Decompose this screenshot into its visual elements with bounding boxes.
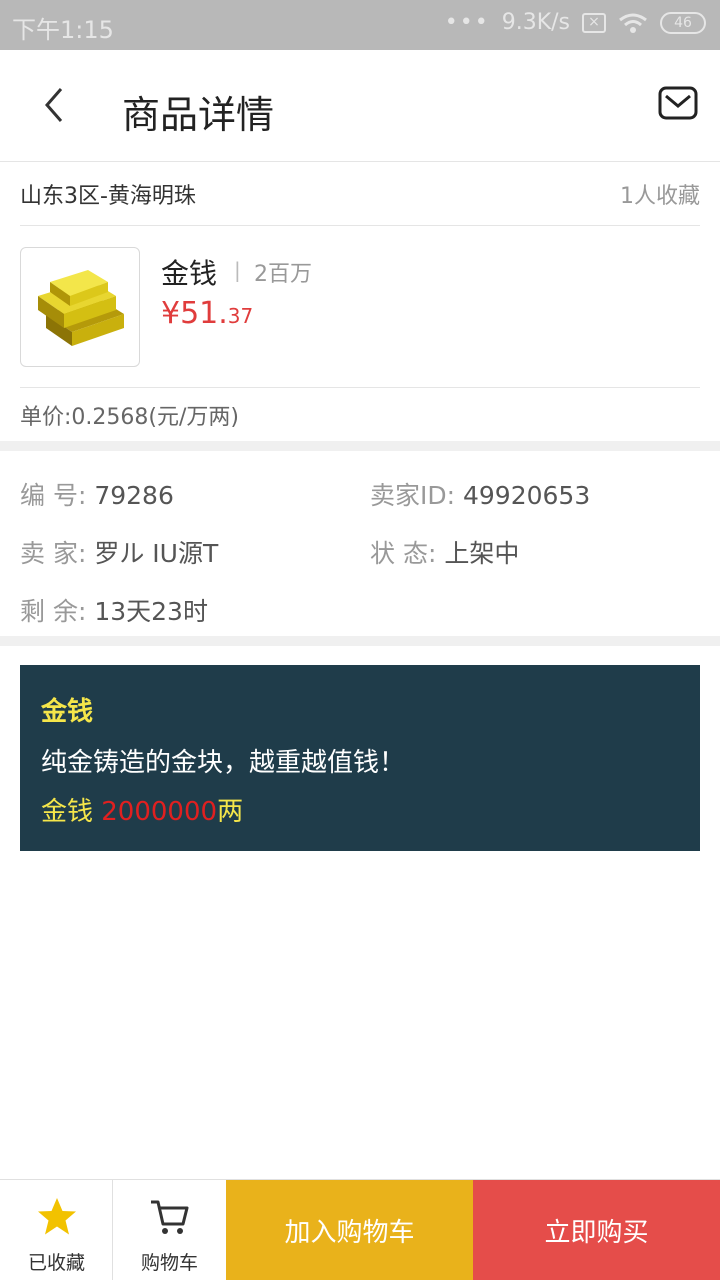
product-name: 金钱 — [161, 257, 218, 290]
description-text: 纯金铸造的金块，越重越值钱！ — [41, 748, 406, 778]
item-description: 金钱 纯金铸造的金块，越重越值钱！ 金钱 2000000两 — [20, 665, 700, 851]
remaining-value: 13天23时 — [94, 597, 208, 626]
info-grid: 编 号: 79286 卖家ID: 49920653 卖 家: 罗ル IU源T 状… — [20, 462, 700, 636]
status: 状 态: 上架中 — [370, 534, 519, 570]
cart-button[interactable]: 购物车 — [113, 1180, 226, 1280]
seller-id-value: 49920653 — [463, 481, 591, 510]
add-to-cart-button[interactable]: 加入购物车 — [226, 1180, 473, 1280]
status-bar: 下午1:15 ••• 9.3K/s × 46 — [0, 0, 720, 50]
amount-prefix: 金钱 — [41, 797, 102, 827]
gold-bars-icon — [38, 270, 124, 346]
remaining: 剩 余: 13天23时 — [20, 592, 208, 628]
remaining-label: 剩 余: — [20, 597, 87, 626]
description-amount: 金钱 2000000两 — [41, 791, 679, 828]
favorite-button[interactable]: 已收藏 — [0, 1180, 113, 1280]
seller-id: 卖家ID: 49920653 — [370, 476, 590, 512]
server-name: 山东3区-黄海明珠 — [20, 184, 196, 209]
unit-price-row: 单价:0.2568(元/万两) — [20, 388, 700, 441]
network-speed: 9.3K/s — [501, 10, 570, 35]
item-id-label: 编 号: — [20, 481, 87, 510]
favorite-count: 1人收藏 — [620, 184, 700, 209]
favorite-label: 已收藏 — [27, 1252, 85, 1274]
item-id: 编 号: 79286 — [20, 476, 174, 512]
mail-button[interactable] — [658, 86, 698, 122]
header: 商品详情 — [0, 50, 720, 162]
price-main: ¥51. — [161, 296, 228, 331]
unit-price: 单价:0.2568(元/万两) — [20, 404, 239, 430]
page-title: 商品详情 — [122, 93, 275, 137]
chevron-left-icon — [45, 88, 63, 122]
mail-icon — [658, 86, 698, 120]
star-icon — [38, 1198, 76, 1235]
section-divider — [0, 636, 720, 646]
product-image — [20, 247, 140, 367]
status-label: 状 态: — [370, 539, 437, 568]
item-id-value: 79286 — [94, 481, 174, 510]
buy-now-button[interactable]: 立即购买 — [473, 1180, 720, 1280]
seller-label: 卖 家: — [20, 539, 87, 568]
product-separator: | — [234, 258, 241, 282]
seller-value: 罗ル IU源T — [94, 539, 219, 568]
section-divider — [0, 441, 720, 451]
wifi-icon — [619, 13, 647, 33]
amount-suffix: 两 — [217, 797, 244, 827]
seller-id-label: 卖家ID: — [370, 481, 456, 510]
back-button[interactable] — [30, 80, 80, 130]
product-quantity: 2百万 — [254, 262, 312, 287]
amount-number: 2000000 — [101, 797, 218, 827]
price-decimal: 37 — [227, 304, 254, 328]
description-title: 金钱 — [41, 697, 94, 727]
product-price: ¥51.37 — [161, 296, 253, 331]
more-dots-icon: ••• — [444, 10, 490, 35]
status-icons: ••• 9.3K/s × 46 — [445, 10, 706, 35]
status-time: 下午1:15 — [12, 16, 114, 44]
seller: 卖 家: 罗ル IU源T — [20, 534, 218, 570]
status-value: 上架中 — [444, 539, 520, 568]
product-row: 金钱 | 2百万 ¥51.37 — [20, 226, 700, 388]
battery-icon: 46 — [660, 11, 706, 34]
cart-icon — [151, 1200, 189, 1234]
cart-label: 购物车 — [140, 1252, 198, 1274]
bottom-bar: 已收藏 购物车 加入购物车 立即购买 — [0, 1179, 720, 1280]
sim-icon: × — [582, 12, 606, 33]
server-row: 山东3区-黄海明珠 1人收藏 — [20, 163, 700, 226]
